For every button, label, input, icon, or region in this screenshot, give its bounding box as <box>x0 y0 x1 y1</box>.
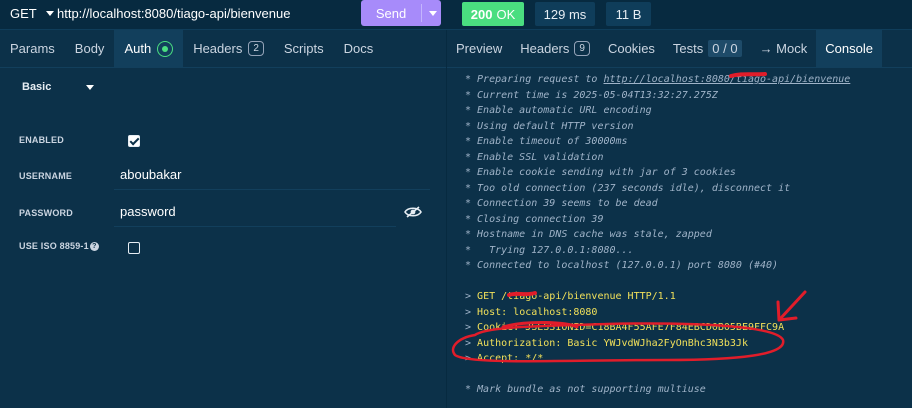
tab-label: Preview <box>456 41 503 56</box>
enabled-row: ENABLED <box>0 125 446 157</box>
iso-label-text: USE ISO 8859-1 <box>19 241 89 251</box>
password-row: PASSWORD password <box>0 197 446 229</box>
tab-label: Tests <box>672 41 704 56</box>
request-text: Accept: */* <box>477 353 544 364</box>
tab-preview[interactable]: Preview <box>447 30 511 68</box>
request-text: Cookie: JSESSIONID=C18BA4F55AFE7F84EBCD0… <box>477 322 785 333</box>
tab-headers[interactable]: Headers 2 <box>183 30 274 68</box>
tab-label: Scripts <box>283 41 324 56</box>
request-text: Host: localhost:8080 <box>477 306 598 318</box>
auth-type-select[interactable]: Basic <box>8 68 113 106</box>
console-line: * Enable cookie sending with jar of 3 co… <box>465 167 736 178</box>
console-line: * Enable SSL validation <box>465 151 604 163</box>
console-line: * Connection 39 seems to be dead <box>465 198 658 209</box>
tab-mock[interactable]: → Mock <box>751 30 817 68</box>
auth-enabled-indicator-icon <box>157 40 174 57</box>
response-tabs: Preview Headers 9 Cookies Tests 0 / 0 → Mo… <box>447 29 912 68</box>
request-line: > Authorization: Basic YWJvdWJha2FyOnBhc… <box>465 336 905 352</box>
tab-cookies[interactable]: Cookies <box>599 30 664 68</box>
tab-console[interactable]: Console <box>816 29 882 68</box>
tab-scripts[interactable]: Scripts <box>274 30 334 68</box>
iso-label: USE ISO 8859-1? <box>19 241 99 252</box>
username-row: USERNAME aboubakar <box>0 160 446 192</box>
prompt-icon: > <box>465 337 478 349</box>
console-line: * Too old connection (237 seconds idle),… <box>465 182 791 194</box>
tab-label: Headers <box>193 41 243 56</box>
url-input[interactable]: http://localhost:8080/tiago-api/bienvenu… <box>57 6 290 21</box>
request-line: > Accept: */* <box>465 351 905 367</box>
console-line: * Trying 127.0.0.1:8080... <box>465 244 634 256</box>
console-line: * Hostname in DNS cache was stale, zappe… <box>465 229 712 240</box>
request-text: Authorization: Basic YWJvdWJha2FyOnBhc3N… <box>477 337 748 349</box>
prompt-icon: > <box>465 322 478 333</box>
request-line: > Cookie: JSESSIONID=C18BA4F55AFE7F84EBC… <box>465 320 905 336</box>
tab-label: → Mock <box>759 41 808 56</box>
prompt-icon: > <box>465 353 478 364</box>
send-button[interactable]: Send <box>361 0 441 26</box>
api-client-window: GET http://localhost:8080/tiago-api/bien… <box>0 0 912 408</box>
request-tabs: Params Body Auth Headers 2 Scripts Docs <box>0 29 446 68</box>
response-headers-count-badge: 9 <box>574 41 590 56</box>
tests-count-badge: 0 / 0 <box>708 40 742 57</box>
tab-params[interactable]: Params <box>0 30 65 68</box>
console-line: * Enable timeout of 30000ms <box>465 136 628 147</box>
console-line: * Mark bundle as not supporting multiuse <box>465 384 706 395</box>
password-label: PASSWORD <box>19 208 73 218</box>
request-text: GET /tiago-api/bienvenue HTTP/1.1 <box>477 291 676 302</box>
tab-auth[interactable]: Auth <box>114 29 184 68</box>
console-line: * Using default HTTP version <box>465 120 634 132</box>
status-badge: 200 OK <box>462 2 524 26</box>
console-output: * Preparing request to http://localhost:… <box>465 72 905 398</box>
response-size-badge: 11 B <box>606 2 651 26</box>
status-code: 200 <box>470 6 493 22</box>
chevron-down-icon[interactable] <box>429 10 437 16</box>
console-line: * Enable automatic URL encoding <box>465 105 652 116</box>
tab-label: Auth <box>124 41 152 56</box>
response-time-badge: 129 ms <box>535 2 595 26</box>
tab-response-headers[interactable]: Headers 9 <box>511 30 599 68</box>
tab-label: Console <box>825 41 873 56</box>
console-line: * Preparing request to http://localhost:… <box>465 72 905 88</box>
tab-docs[interactable]: Docs <box>334 30 384 68</box>
username-input[interactable]: aboubakar <box>114 160 430 190</box>
console-spacer <box>465 367 905 383</box>
send-divider <box>421 4 422 22</box>
auth-type-label: Basic <box>22 81 52 93</box>
request-bar: GET http://localhost:8080/tiago-api/bien… <box>0 0 912 30</box>
help-icon[interactable]: ? <box>89 242 99 252</box>
tab-label: Params <box>10 41 55 56</box>
prompt-icon: > <box>465 306 478 318</box>
iso-checkbox[interactable] <box>128 242 140 254</box>
response-pane: Preview Headers 9 Cookies Tests 0 / 0 → Mo… <box>447 29 912 408</box>
chevron-down-icon <box>45 11 54 16</box>
tab-label: Docs <box>343 41 374 56</box>
method-select[interactable]: GET <box>10 6 54 21</box>
username-label: USERNAME <box>19 171 73 181</box>
iso-row: USE ISO 8859-1? <box>0 232 446 264</box>
request-pane: Params Body Auth Headers 2 Scripts Docs B… <box>0 29 446 408</box>
tab-label: Body <box>74 41 105 56</box>
tab-tests[interactable]: Tests 0 / 0 <box>664 30 751 68</box>
method-label: GET <box>10 6 37 21</box>
status-text: OK <box>496 6 516 22</box>
tab-label: Headers <box>520 41 570 56</box>
send-label: Send <box>375 5 407 21</box>
enabled-label: ENABLED <box>19 135 64 145</box>
console-text: * Preparing request to <box>465 74 604 85</box>
console-line: * Current time is 2025-05-04T13:32:27.27… <box>465 89 718 101</box>
request-line: > GET /tiago-api/bienvenue HTTP/1.1 <box>465 289 905 305</box>
prompt-icon: > <box>465 291 478 302</box>
headers-count-badge: 2 <box>248 41 264 56</box>
console-spacer <box>465 274 905 290</box>
password-input[interactable]: password <box>114 197 396 227</box>
eye-off-icon[interactable] <box>404 206 422 218</box>
console-link[interactable]: http://localhost:8080/tiago-api/bienvenu… <box>603 74 850 85</box>
tab-body[interactable]: Body <box>65 30 115 68</box>
request-line: > Host: localhost:8080 <box>465 305 905 321</box>
console-line: * Closing connection 39 <box>465 213 604 225</box>
tab-label: Cookies <box>607 41 655 56</box>
enabled-checkbox[interactable] <box>128 135 140 147</box>
chevron-down-icon <box>86 84 95 90</box>
console-line: * Connected to localhost (127.0.0.1) por… <box>465 260 779 271</box>
